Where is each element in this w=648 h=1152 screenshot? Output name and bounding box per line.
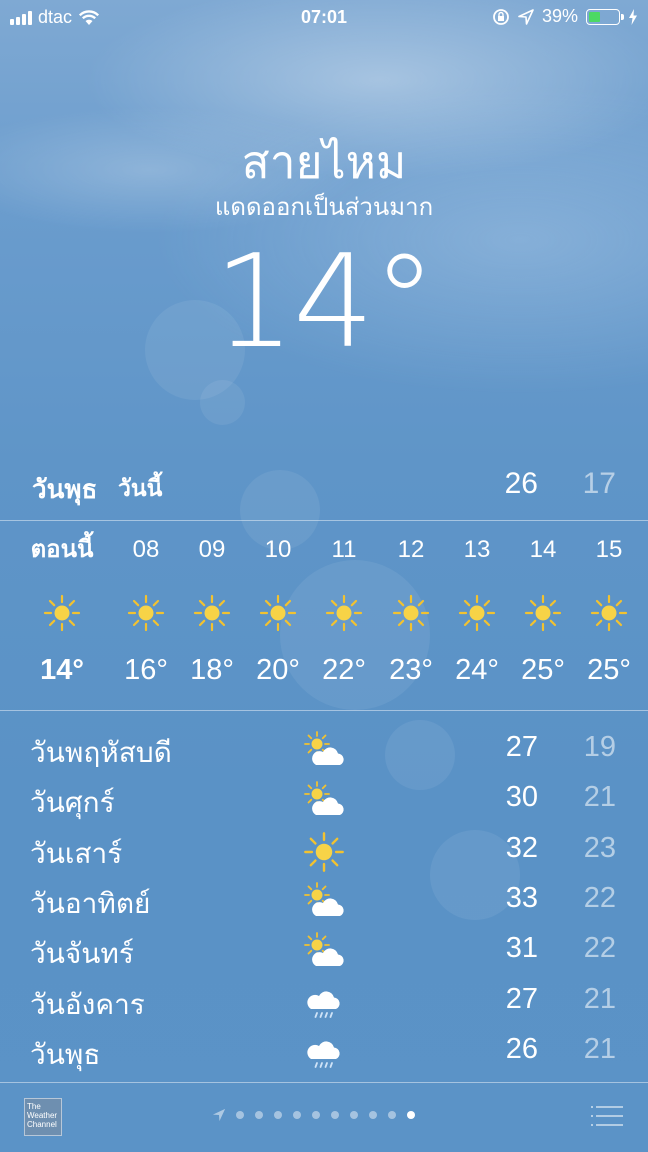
- day-name: วันเสาร์: [30, 837, 123, 869]
- sun-icon: [569, 588, 648, 638]
- day-high: 27: [505, 982, 538, 1015]
- day-low: 22: [583, 932, 616, 965]
- location-arrow-icon: [518, 8, 534, 25]
- divider: [0, 1082, 648, 1083]
- daily-row: วันศุกร์ 30 21: [30, 777, 616, 825]
- sun-icon: [302, 830, 346, 874]
- bokeh-light: [200, 380, 245, 425]
- page-dot[interactable]: [312, 1111, 320, 1119]
- hourly-forecast[interactable]: ตอนนี้ 14° 08 16° 09 18° 10 20° 11 22° 12 23°…: [0, 530, 648, 700]
- rain-icon: [302, 1031, 346, 1075]
- day-high: 27: [505, 731, 538, 763]
- daily-row: วันจันทร์ 31 22: [30, 928, 616, 976]
- day-name: วันอาทิตย์: [30, 887, 151, 919]
- day-low: 19: [583, 731, 616, 763]
- partly-cloudy-icon: [302, 729, 346, 773]
- sun-icon: [22, 588, 102, 638]
- current-location-icon: [212, 1108, 226, 1122]
- day-high: 30: [505, 781, 538, 814]
- today-summary: วันพุธ วันนี้ 26 17: [32, 465, 616, 505]
- daily-row: วันอังคาร 27 21: [30, 979, 616, 1027]
- weather-condition: แดดออกเป็นส่วนมาก: [214, 194, 434, 221]
- page-dot[interactable]: [388, 1111, 396, 1119]
- partly-cloudy-icon: [302, 779, 346, 823]
- day-low: 21: [583, 1032, 616, 1065]
- day-high: 33: [505, 881, 538, 914]
- daily-row: วันอาทิตย์ 33 22: [30, 878, 616, 926]
- day-high: 26: [505, 1032, 538, 1065]
- day-name: วันจันทร์: [30, 938, 134, 970]
- page-indicator[interactable]: [212, 1108, 415, 1122]
- today-day: วันพุธ: [32, 474, 98, 504]
- charging-bolt-icon: [629, 8, 637, 25]
- daily-row: วันเสาร์ 32 23: [30, 828, 616, 876]
- page-dot[interactable]: [350, 1111, 358, 1119]
- list-menu-icon[interactable]: [590, 1104, 624, 1128]
- divider: [0, 520, 648, 521]
- hour-label: 15: [595, 536, 623, 563]
- hourly-item: 15 25°: [569, 530, 648, 687]
- day-high: 31: [505, 932, 538, 965]
- day-low: 21: [583, 781, 616, 814]
- weather-channel-logo[interactable]: The Weather Channel: [24, 1098, 62, 1136]
- rain-icon: [302, 981, 346, 1025]
- partly-cloudy-icon: [302, 880, 346, 924]
- today-label: วันนี้: [118, 475, 163, 501]
- day-low: 21: [583, 982, 616, 1015]
- hour-temp: 25°: [587, 654, 631, 686]
- status-bar: dtac 07:01 39%: [0, 0, 648, 34]
- daily-row: วันพุธ 26 21: [30, 1029, 616, 1077]
- orientation-lock-icon: [493, 8, 509, 25]
- day-name: วันพุธ: [30, 1038, 101, 1070]
- day-low: 22: [583, 881, 616, 914]
- partly-cloudy-icon: [302, 930, 346, 974]
- divider: [0, 710, 648, 711]
- battery-icon: [586, 8, 624, 25]
- hour-label: ตอนนี้: [30, 536, 94, 563]
- daily-row: วันพฤหัสบดี 27 19: [30, 727, 616, 775]
- today-high: 26: [504, 467, 538, 500]
- page-dot[interactable]: [407, 1111, 415, 1119]
- hourly-item: ตอนนี้ 14°: [22, 530, 102, 687]
- day-name: วันศุกร์: [30, 787, 115, 819]
- today-low: 17: [582, 467, 616, 500]
- day-name: วันพฤหัสบดี: [30, 737, 172, 768]
- current-temperature: 14°: [213, 228, 437, 377]
- day-low: 23: [583, 831, 616, 864]
- page-dot[interactable]: [274, 1111, 282, 1119]
- page-dot[interactable]: [331, 1111, 339, 1119]
- day-high: 32: [505, 831, 538, 864]
- page-dot[interactable]: [293, 1111, 301, 1119]
- page-dot[interactable]: [369, 1111, 377, 1119]
- battery-percent: 39%: [541, 6, 578, 26]
- hour-temp: 14°: [40, 654, 84, 686]
- day-name: วันอังคาร: [30, 988, 145, 1020]
- page-dot[interactable]: [236, 1111, 244, 1119]
- page-dot[interactable]: [255, 1111, 263, 1119]
